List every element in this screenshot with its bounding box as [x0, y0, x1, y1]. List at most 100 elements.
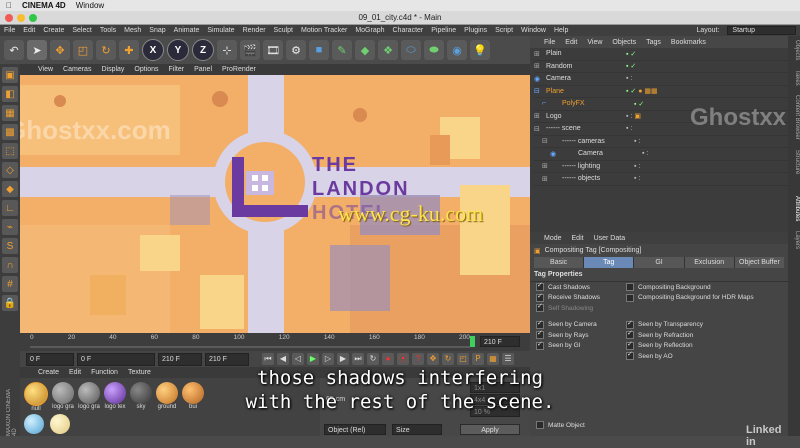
x-axis-button[interactable]: X	[142, 39, 164, 61]
cast-shadows-prop[interactable]: Cast Shadows	[536, 282, 626, 293]
go-to-end-icon[interactable]: ⏭	[352, 353, 364, 365]
side-tab-layers[interactable]: Layers	[794, 231, 800, 249]
viewport-menu-panel[interactable]: Panel	[194, 66, 212, 73]
close-window-button[interactable]	[5, 14, 13, 22]
menu-render[interactable]: Render	[243, 27, 266, 34]
side-tab-attributes[interactable]: Attributes	[794, 196, 800, 221]
om-menu-tags[interactable]: Tags	[646, 39, 661, 46]
grid-icon[interactable]: #	[2, 276, 18, 292]
pla-key-icon[interactable]: ▦	[487, 353, 499, 365]
camera-icon[interactable]: ◉	[447, 40, 467, 60]
model-mode-icon[interactable]: ◧	[2, 86, 18, 102]
seen-by-transparency-prop[interactable]: Seen by Transparency	[626, 320, 788, 331]
tab-exclusion[interactable]: Exclusion	[684, 257, 735, 268]
seen-by-reflection-prop[interactable]: Seen by Reflection	[626, 341, 788, 352]
viewport-menu-cameras[interactable]: Cameras	[63, 66, 91, 73]
tab-gi[interactable]: GI	[634, 257, 685, 268]
y-axis-button[interactable]: Y	[167, 39, 189, 61]
lock-icon[interactable]: 🔒	[2, 295, 18, 311]
object-row-objects[interactable]: ⊞ ------ objects ▪ :	[534, 173, 800, 186]
seen-by-ao-prop[interactable]: Seen by AO	[626, 351, 788, 362]
undo-icon[interactable]: ↶	[4, 40, 24, 60]
viewport-menu-view[interactable]: View	[38, 66, 53, 73]
layout-dropdown[interactable]: Startup	[727, 26, 796, 35]
tweak-icon[interactable]: ⌁	[2, 219, 18, 235]
menu-window[interactable]: Window	[521, 27, 546, 34]
magnet-icon[interactable]: ∩	[2, 257, 18, 273]
om-menu-file[interactable]: File	[544, 39, 555, 46]
window-menu[interactable]: Window	[76, 1, 104, 10]
viewport-menu-filter[interactable]: Filter	[169, 66, 185, 73]
texture-mode-icon[interactable]: ▦	[2, 105, 18, 121]
zoom-window-button[interactable]	[29, 14, 37, 22]
minimize-window-button[interactable]	[17, 14, 25, 22]
compositing-background-prop[interactable]: Compositing Background	[626, 282, 788, 293]
cloner-icon[interactable]: ❖	[378, 40, 398, 60]
menu-create[interactable]: Create	[43, 27, 64, 34]
material-swatch[interactable]	[24, 414, 44, 434]
3d-viewport[interactable]: THE LANDON HOTEL Ghostxx.com www.cg-ku.c…	[20, 75, 530, 333]
seen-by-refraction-prop[interactable]: Seen by Refraction	[626, 330, 788, 341]
tab-basic[interactable]: Basic	[534, 257, 585, 268]
play-icon[interactable]: ▶	[307, 353, 319, 365]
om-menu-objects[interactable]: Objects	[612, 39, 636, 46]
tab-object-buffer[interactable]: Object Buffer	[734, 257, 785, 268]
menu-select[interactable]: Select	[72, 27, 91, 34]
app-menu[interactable]: CINEMA 4D	[22, 1, 66, 10]
viewport-menu-display[interactable]: Display	[101, 66, 124, 73]
render-view-icon[interactable]: 🎬	[240, 40, 260, 60]
cube-icon[interactable]: ■	[309, 40, 329, 60]
move-key-icon[interactable]: ✥	[427, 353, 439, 365]
side-tab-structure[interactable]: Structure	[794, 150, 800, 174]
workplane-icon[interactable]: ▩	[2, 124, 18, 140]
om-menu-view[interactable]: View	[587, 39, 602, 46]
edges-mode-icon[interactable]: ◇	[2, 162, 18, 178]
menu-plugins[interactable]: Plugins	[464, 27, 487, 34]
matte-object-prop[interactable]: Matte Object	[536, 420, 585, 431]
seen-by-gi-prop[interactable]: Seen by GI	[536, 341, 626, 352]
menu-help[interactable]: Help	[554, 27, 568, 34]
environment-icon[interactable]: ⬬	[424, 40, 444, 60]
menu-mesh[interactable]: Mesh	[124, 27, 141, 34]
polygons-mode-icon[interactable]: ◆	[2, 181, 18, 197]
play-backwards-icon[interactable]: ◁	[292, 353, 304, 365]
menu-animate[interactable]: Animate	[174, 27, 200, 34]
menu-character[interactable]: Character	[393, 27, 424, 34]
render-picture-viewer-icon[interactable]: 🎞	[263, 40, 283, 60]
side-tab-takes[interactable]: Takes	[794, 70, 800, 86]
object-row-camera[interactable]: ◉ Camera ▪ :	[534, 73, 800, 86]
loop-icon[interactable]: ↻	[367, 353, 379, 365]
om-menu-bookmarks[interactable]: Bookmarks	[671, 39, 706, 46]
light-icon[interactable]: 💡	[470, 40, 490, 60]
render-settings-icon[interactable]: ⚙	[286, 40, 306, 60]
menu-script[interactable]: Script	[495, 27, 513, 34]
material-swatch[interactable]	[50, 414, 70, 434]
rotate-icon[interactable]: ↻	[96, 40, 116, 60]
live-selection-icon[interactable]: ✚	[119, 40, 139, 60]
param-key-icon[interactable]: P	[472, 353, 484, 365]
object-row-random[interactable]: ⊞ Random ▪ ✓	[534, 61, 800, 73]
object-row-plane[interactable]: ⊟ Plane ▪ ✓ ● ▦▦	[534, 86, 800, 98]
scale-icon[interactable]: ◰	[73, 40, 93, 60]
apple-icon[interactable]: 	[6, 1, 12, 10]
axis-mode-icon[interactable]: ∟	[2, 200, 18, 216]
menu-tools[interactable]: Tools	[100, 27, 116, 34]
receive-shadows-prop[interactable]: Receive Shadows	[536, 293, 626, 304]
z-axis-button[interactable]: Z	[192, 39, 214, 61]
menu-pipeline[interactable]: Pipeline	[431, 27, 456, 34]
move-icon[interactable]: ✥	[50, 40, 70, 60]
menu-file[interactable]: File	[4, 27, 15, 34]
end-frame-field[interactable]: 210 F	[158, 352, 202, 366]
menu-simulate[interactable]: Simulate	[207, 27, 234, 34]
pen-icon[interactable]: ✎	[332, 40, 352, 60]
coordinate-system-icon[interactable]: ⊹	[217, 40, 237, 60]
select-arrow-icon[interactable]: ➤	[27, 40, 47, 60]
seen-by-camera-prop[interactable]: Seen by Camera	[536, 320, 626, 331]
menu-motion-tracker[interactable]: Motion Tracker	[301, 27, 347, 34]
timeline-menu-icon[interactable]: ☰	[502, 353, 514, 365]
object-row-plain[interactable]: ⊞ Plain ▪ ✓	[534, 48, 800, 61]
seen-by-rays-prop[interactable]: Seen by Rays	[536, 330, 626, 341]
side-tab-objects[interactable]: Objects	[794, 40, 800, 60]
object-rel-dropdown[interactable]: Object (Rel)	[324, 424, 386, 435]
timeline-ruler[interactable]: 0 20 40 60 80 100 120 140 160 180 200 21…	[20, 333, 530, 351]
